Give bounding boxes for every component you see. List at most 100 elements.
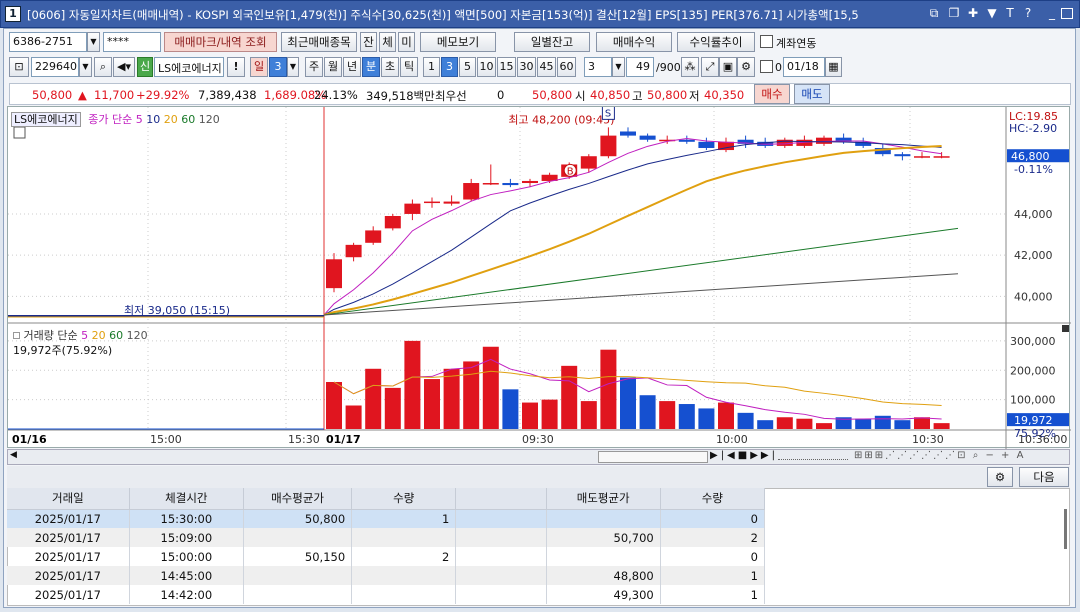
period-dropdown[interactable]: ▼ [287,57,299,77]
table-header[interactable]: 거래일 [7,488,130,510]
recent-trades-button[interactable]: 최근매매종목 [281,32,357,52]
code-dropdown[interactable]: ▼ [79,57,92,77]
table-header[interactable]: 매수평균가 [243,488,353,510]
maximize-icon[interactable] [1061,8,1073,19]
trade-profit-button[interactable]: 매매수익 [596,32,672,52]
period-tick[interactable]: 틱 [400,57,418,77]
hc-label: HC:-2.90 [1009,122,1057,135]
help-icon[interactable]: ? [1020,5,1036,21]
zoom-slider[interactable] [778,452,848,460]
fit-icon[interactable]: ▼ [984,5,1000,21]
tile-icon[interactable]: ❐ [946,5,962,21]
tool-icon[interactable]: ⤢ [701,57,719,77]
period-minute[interactable]: 분 [362,57,380,77]
chart-area[interactable]: 최고 48,200 (09:45) 최저 39,050 (15:15) B S LC:1… [7,104,1071,449]
interval-1[interactable]: 1 [423,57,440,77]
interval-5[interactable]: 5 [459,57,476,77]
table-row[interactable]: 2025/01/17 15:00:00 50,150 2 0 [7,547,766,566]
next-button[interactable]: 다음 [1019,467,1069,487]
balance-button[interactable]: 잔 [360,32,377,52]
volume-bar [757,420,774,429]
settings-gear-icon[interactable]: ⚙ [737,57,755,77]
interval-60[interactable]: 60 [557,57,576,77]
chart-tools-icons[interactable]: ⊞⊞⊞⋰⋰⋰⋰⋰⋰⊡ ⌕ − + A [854,450,1025,461]
period-day[interactable]: 일 [250,57,268,77]
minimize-icon[interactable]: _ [1044,5,1060,21]
unfilled-button[interactable]: 미 [398,32,415,52]
password-input[interactable]: **** [103,32,161,52]
table-row[interactable]: 2025/01/17 15:30:00 50,800 1 0 [7,509,766,528]
price-volume-chart[interactable]: 최고 48,200 (09:45)최저 39,050 (15:15)BS LC:1… [8,104,1071,449]
interval-10[interactable]: 10 [477,57,496,77]
interval-15[interactable]: 15 [497,57,516,77]
chart-scrollbar[interactable]: ◀ ▶|◀■▶▶| ⊞⊞⊞⋰⋰⋰⋰⋰⋰⊡ ⌕ − + A [7,449,1070,465]
stock-name[interactable]: LS에코에너지 [154,57,224,77]
volume: 7,389,438 [198,88,257,102]
table-cell [455,547,547,566]
search-icon[interactable]: ⌕ [94,57,112,77]
table-cell: 14:45:00 [129,566,244,585]
table-settings-icon[interactable]: ⚙ [987,467,1013,487]
period-second[interactable]: 초 [381,57,399,77]
period-year[interactable]: 년 [343,57,361,77]
restore-icon[interactable]: ⧉ [926,5,942,21]
interval-select[interactable]: 3 [584,57,612,77]
table-header[interactable] [455,488,547,510]
table-row[interactable]: 2025/01/17 14:42:00 49,300 1 [7,585,766,604]
account-link-checkbox[interactable] [760,35,773,48]
executed-button[interactable]: 체 [379,32,396,52]
table-cell: 0 [660,509,766,528]
volume-bar [522,402,538,429]
table-cell: 15:30:00 [129,509,244,528]
table-cell: 2 [351,547,457,566]
table-row[interactable]: 2025/01/17 14:45:00 48,800 1 [7,566,766,585]
x-tick-label: 01/16 [12,433,47,446]
table-scrollbar[interactable] [1064,509,1067,549]
x-tick-label: 01/17 [326,433,361,446]
account-input[interactable]: 6386-2751 [9,32,87,52]
legend-vol120: 120 [126,329,148,342]
date-checkbox[interactable] [760,60,773,73]
interval-45[interactable]: 45 [537,57,556,77]
calendar-icon[interactable]: ▦ [825,57,842,77]
candle [580,156,597,169]
sound-icon[interactable]: ◀▾ [113,57,135,77]
scroll-thumb[interactable] [598,451,708,463]
candle [894,154,911,157]
interval-3[interactable]: 3 [441,57,458,77]
volume-bar [443,368,460,429]
account-dropdown[interactable]: ▼ [87,32,100,52]
playback-icons[interactable]: ▶|◀■▶▶| [710,450,778,461]
interval-dropdown[interactable]: ▼ [612,57,625,77]
date-input[interactable]: 01/18 [783,57,825,77]
buy-button[interactable]: 매수 [754,84,790,104]
sell-button[interactable]: 매도 [794,84,830,104]
period-week[interactable]: 주 [305,57,323,77]
count-input[interactable]: 49 [626,57,654,77]
x-tick-label: 09:30 [522,433,554,446]
save-icon[interactable]: ▣ [719,57,737,77]
alert-button[interactable]: ! [227,57,245,77]
scroll-left-icon[interactable]: ◀ [10,450,17,460]
volume-bar [561,365,578,429]
table-header[interactable]: 수량 [351,488,457,510]
memo-button[interactable]: 메모보기 [420,32,496,52]
interval-30[interactable]: 30 [517,57,536,77]
pin-icon[interactable]: ✚ [965,5,981,21]
profit-trend-button[interactable]: 수익률추이 [677,32,755,52]
period-month[interactable]: 월 [324,57,342,77]
period-num[interactable]: 3 [269,57,287,77]
mark-query-button[interactable]: 매매마크/내역 조회 [164,32,277,52]
legend-stock[interactable]: LS에코에너지 [11,112,81,127]
table-header[interactable]: 체결시간 [129,488,244,510]
table-row[interactable]: 2025/01/17 15:09:00 50,700 2 [7,528,766,547]
table-header[interactable]: 수량 [660,488,766,510]
code-input[interactable]: 229640 [31,57,79,77]
font-icon[interactable]: T [1002,5,1018,21]
table-header[interactable]: 매도평균가 [546,488,661,510]
indicator-icon[interactable]: ⁂ [681,57,699,77]
candle [404,203,421,214]
stock-search-icon[interactable]: ⊡ [9,57,29,77]
account-link-label: 계좌연동 [776,37,817,50]
daily-balance-button[interactable]: 일별잔고 [514,32,590,52]
